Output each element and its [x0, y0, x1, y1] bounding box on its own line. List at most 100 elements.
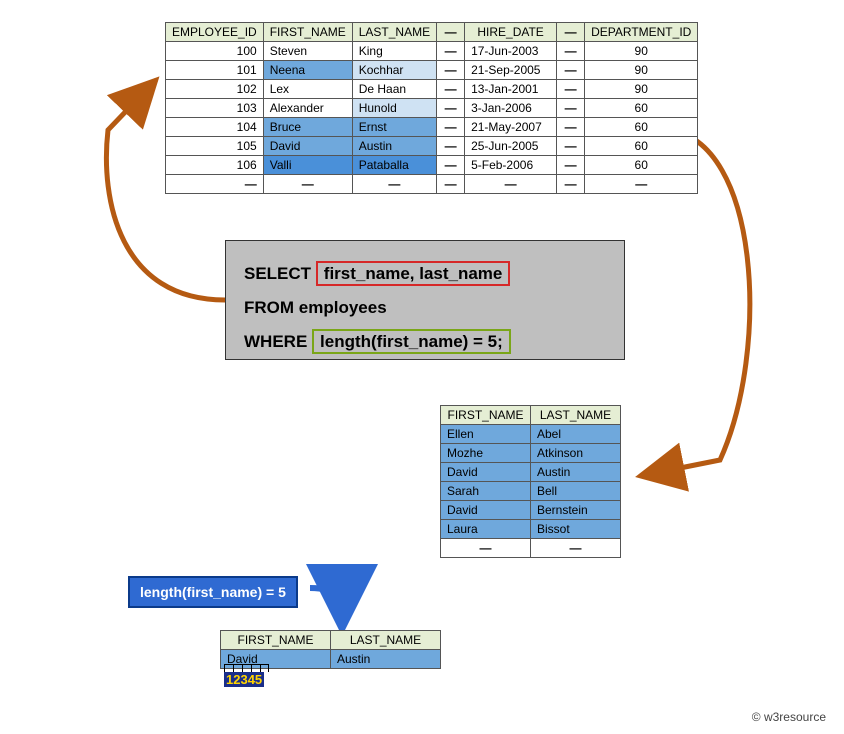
cell: Bernstein: [531, 501, 621, 520]
cell: Austin: [352, 137, 436, 156]
cell: Bruce: [263, 118, 352, 137]
cell: Sarah: [441, 482, 531, 501]
cell: —: [437, 61, 465, 80]
table-row: 101NeenaKochhar—21-Sep-2005—90: [166, 61, 698, 80]
cell: Steven: [263, 42, 352, 61]
cell: 60: [585, 99, 698, 118]
table-row: DavidAustin: [441, 463, 621, 482]
cell: —: [557, 80, 585, 99]
cell: Lex: [263, 80, 352, 99]
cell: David: [441, 501, 531, 520]
cell: 100: [166, 42, 264, 61]
col-header: FIRST_NAME: [263, 23, 352, 42]
cell: —: [557, 61, 585, 80]
cell: —: [166, 175, 264, 194]
col-header: —: [437, 23, 465, 42]
table-row: 102LexDe Haan—13-Jan-2001—90: [166, 80, 698, 99]
cell-last-name: Austin: [331, 650, 441, 669]
attribution: w3resource: [752, 710, 826, 724]
cell: —: [437, 42, 465, 61]
sql-keyword-select: SELECT: [244, 264, 311, 283]
employees-table: EMPLOYEE_IDFIRST_NAMELAST_NAME—HIRE_DATE…: [165, 22, 698, 194]
cell: Alexander: [263, 99, 352, 118]
cell: 105: [166, 137, 264, 156]
cell: —: [437, 118, 465, 137]
cell: —: [557, 137, 585, 156]
cell: 104: [166, 118, 264, 137]
cell: 106: [166, 156, 264, 175]
cell: 90: [585, 42, 698, 61]
cell: —: [557, 99, 585, 118]
cell: Ernst: [352, 118, 436, 137]
cell: 60: [585, 118, 698, 137]
cell: De Haan: [352, 80, 436, 99]
col-header: LAST_NAME: [352, 23, 436, 42]
cell: —: [437, 80, 465, 99]
col-header: LAST_NAME: [531, 406, 621, 425]
cell: —: [263, 175, 352, 194]
cell: —: [557, 156, 585, 175]
cell: —: [437, 137, 465, 156]
cell: Abel: [531, 425, 621, 444]
cell: 5-Feb-2006: [465, 156, 557, 175]
cell: 90: [585, 80, 698, 99]
cell: 21-May-2007: [465, 118, 557, 137]
cell: —: [352, 175, 436, 194]
cell: 17-Jun-2003: [465, 42, 557, 61]
char-ticks: [224, 664, 269, 672]
cell: Pataballa: [352, 156, 436, 175]
cell: —: [557, 175, 585, 194]
sql-keyword-where: WHERE: [244, 332, 307, 351]
table-row: 100StevenKing—17-Jun-2003—90: [166, 42, 698, 61]
char-length-indicator: 12345: [224, 664, 269, 687]
sql-line-where: WHERE length(first_name) = 5;: [244, 325, 606, 359]
cell: 60: [585, 156, 698, 175]
sql-select-columns: first_name, last_name: [316, 261, 511, 286]
col-header: DEPARTMENT_ID: [585, 23, 698, 42]
cell: Bell: [531, 482, 621, 501]
cell: Austin: [531, 463, 621, 482]
col-first-name: FIRST_NAME: [221, 631, 331, 650]
cell: —: [531, 539, 621, 558]
table-row: 106ValliPataballa—5-Feb-2006—60: [166, 156, 698, 175]
cell: 60: [585, 137, 698, 156]
cell: Atkinson: [531, 444, 621, 463]
sql-where-expr: length(first_name) = 5;: [312, 329, 511, 354]
sql-query-box: SELECT first_name, last_name FROM employ…: [225, 240, 625, 360]
char-numbers: 12345: [224, 672, 264, 687]
cell: Bissot: [531, 520, 621, 539]
sql-line-select: SELECT first_name, last_name: [244, 257, 606, 291]
sql-line-from: FROM employees: [244, 291, 606, 325]
table-row: SarahBell: [441, 482, 621, 501]
cell: —: [441, 539, 531, 558]
cell: King: [352, 42, 436, 61]
cell: Laura: [441, 520, 531, 539]
col-header: FIRST_NAME: [441, 406, 531, 425]
cell: —: [465, 175, 557, 194]
cell: —: [437, 156, 465, 175]
cell: Mozhe: [441, 444, 531, 463]
col-last-name: LAST_NAME: [331, 631, 441, 650]
cell: —: [557, 118, 585, 137]
cell: 3-Jan-2006: [465, 99, 557, 118]
table-row: 105DavidAustin—25-Jun-2005—60: [166, 137, 698, 156]
cell: Kochhar: [352, 61, 436, 80]
col-header: EMPLOYEE_ID: [166, 23, 264, 42]
table-row-ellipsis: ——: [441, 539, 621, 558]
cell: —: [437, 175, 465, 194]
table-row: 103AlexanderHunold—3-Jan-2006—60: [166, 99, 698, 118]
cell: Hunold: [352, 99, 436, 118]
cell: 13-Jan-2001: [465, 80, 557, 99]
table-row: 104BruceErnst—21-May-2007—60: [166, 118, 698, 137]
cell: 21-Sep-2005: [465, 61, 557, 80]
cell: —: [437, 99, 465, 118]
table-row: LauraBissot: [441, 520, 621, 539]
cell: David: [263, 137, 352, 156]
cell: David: [441, 463, 531, 482]
result-table-intermediate: FIRST_NAMELAST_NAME EllenAbelMozheAtkins…: [440, 405, 621, 558]
cell: Neena: [263, 61, 352, 80]
cell: 103: [166, 99, 264, 118]
cell: Ellen: [441, 425, 531, 444]
diagram-canvas: { "top_table": { "headers": ["EMPLOYEE_I…: [0, 0, 844, 734]
table-row: DavidBernstein: [441, 501, 621, 520]
